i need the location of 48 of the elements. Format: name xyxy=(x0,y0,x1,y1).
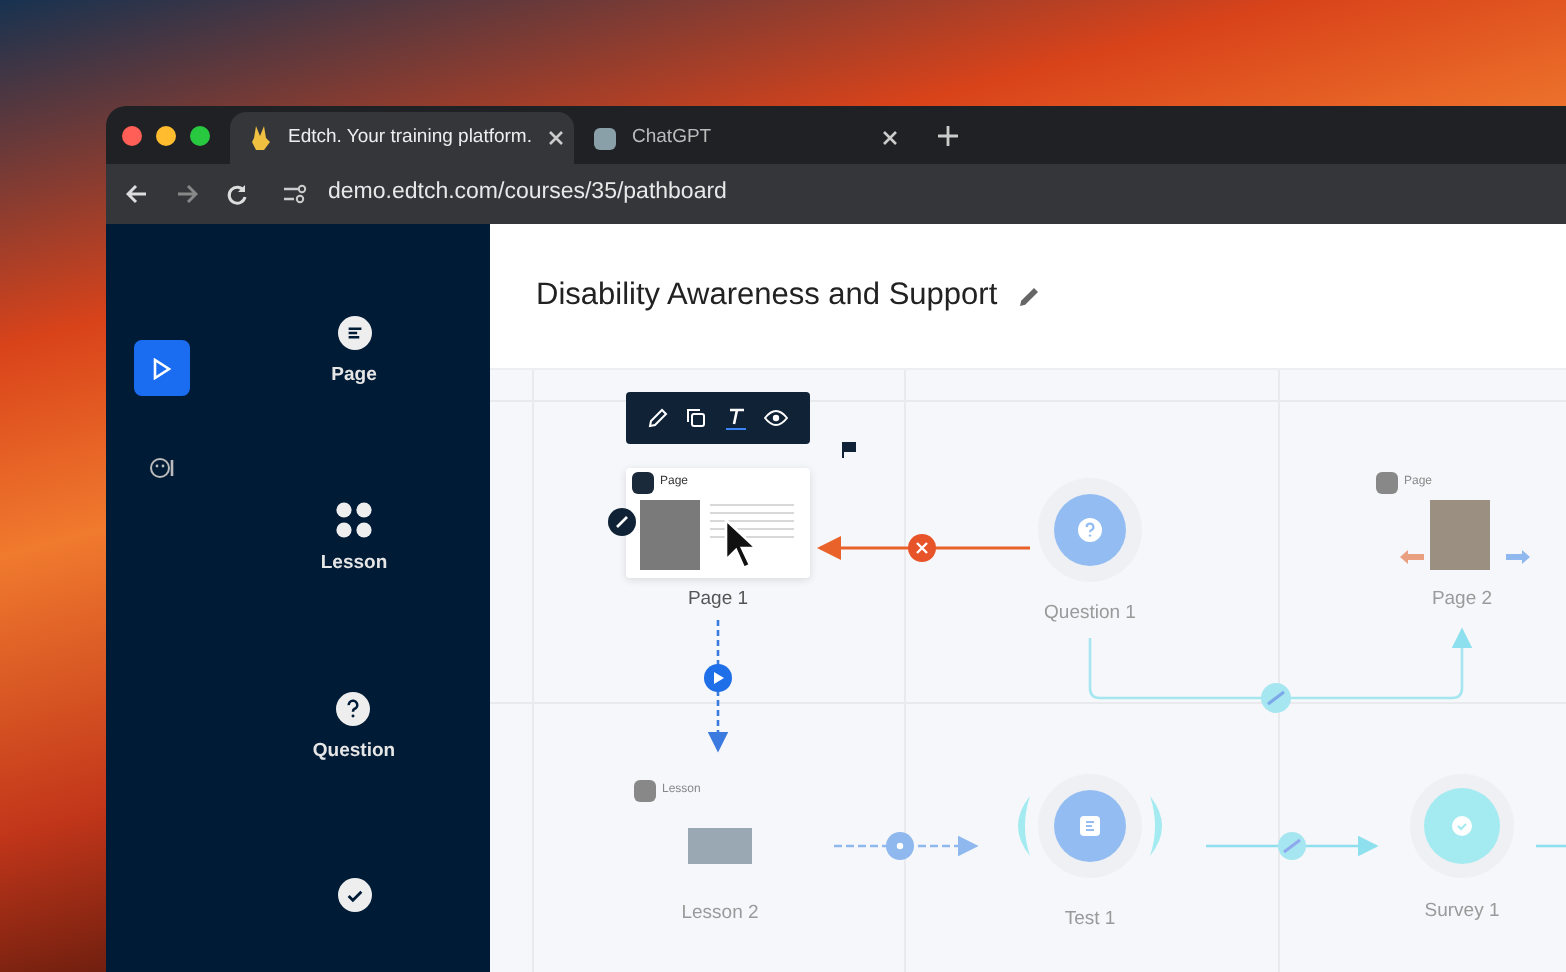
play-connection-icon[interactable] xyxy=(704,664,732,692)
node-type-icon xyxy=(634,780,656,802)
node-label: Page 2 xyxy=(1431,586,1493,614)
play-icon xyxy=(152,357,172,379)
thumbnail-placeholder xyxy=(688,828,752,864)
course-title: Disability Awareness and Support xyxy=(536,276,998,317)
node-type-icon xyxy=(1376,472,1398,494)
close-window-button[interactable] xyxy=(122,125,142,145)
connector-line xyxy=(1536,844,1566,848)
palette-label: Lesson xyxy=(320,550,388,579)
node-label: Page 1 xyxy=(687,586,749,614)
check-icon[interactable] xyxy=(337,877,371,912)
right-arrow-icon xyxy=(1506,550,1530,564)
maximize-window-button[interactable] xyxy=(190,125,210,145)
connector-arrow xyxy=(707,620,729,753)
site-settings-icon[interactable] xyxy=(284,184,308,204)
node-type-icon xyxy=(632,472,654,494)
close-tab-icon[interactable] xyxy=(548,130,564,146)
page-icon[interactable] xyxy=(337,316,371,350)
close-tab-icon[interactable] xyxy=(882,130,898,146)
forward-icon[interactable] xyxy=(176,184,198,204)
grid-icon[interactable] xyxy=(335,502,372,539)
thumbnail-placeholder xyxy=(1430,500,1490,570)
thumbnail-placeholder xyxy=(640,500,700,570)
minimize-window-button[interactable] xyxy=(156,125,176,145)
node-label: Test 1 xyxy=(1064,906,1116,934)
site-favicon-icon xyxy=(594,127,616,149)
node-label: Question 1 xyxy=(1044,600,1136,628)
edit-icon[interactable] xyxy=(647,408,668,428)
address-bar-url[interactable]: demo.edtch.com/courses/35/pathboard xyxy=(328,176,727,212)
text-format-icon[interactable] xyxy=(725,407,746,429)
node-label: Lesson 2 xyxy=(681,900,759,928)
new-tab-icon[interactable] xyxy=(938,125,958,145)
question-icon[interactable] xyxy=(336,691,371,725)
duplicate-icon[interactable] xyxy=(686,408,707,428)
back-icon[interactable] xyxy=(126,184,148,204)
remove-connection-icon[interactable] xyxy=(908,534,936,562)
node-label: Survey 1 xyxy=(1424,898,1500,926)
emoji-icon xyxy=(149,456,175,480)
flag-icon[interactable] xyxy=(842,442,856,458)
left-arrow-icon xyxy=(1400,550,1424,564)
palette-label: Question xyxy=(312,737,396,765)
palette-label: Page xyxy=(331,362,377,390)
reload-icon[interactable] xyxy=(226,183,248,205)
browser-tab[interactable]: Edtch. Your training platform. xyxy=(230,112,574,164)
browser-tab[interactable]: ChatGPT xyxy=(574,112,918,164)
eye-icon[interactable] xyxy=(764,410,789,426)
pathboard-button[interactable] xyxy=(134,340,190,396)
